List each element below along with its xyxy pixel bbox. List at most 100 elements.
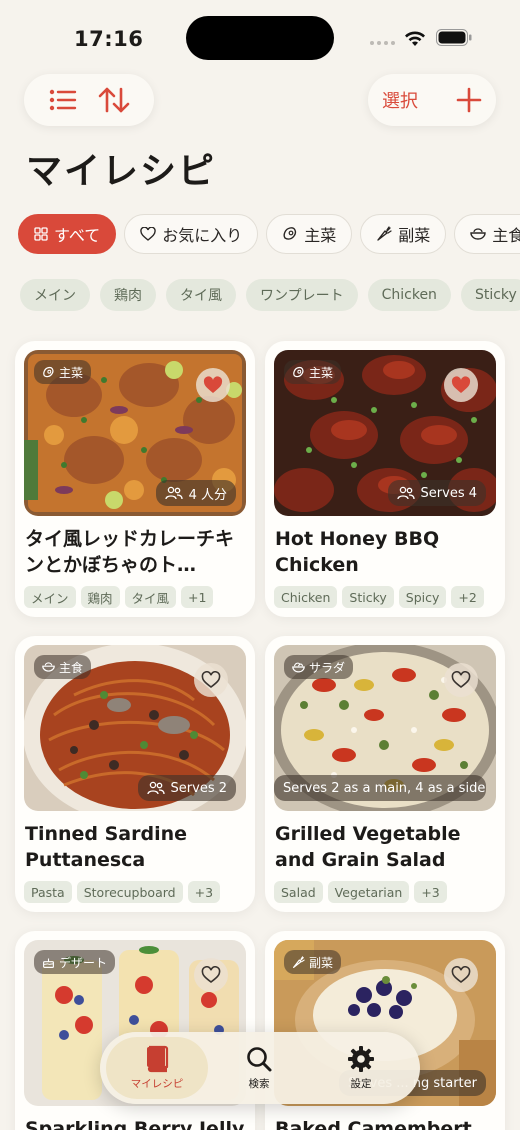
category-badge: デザート	[34, 950, 116, 974]
category-label: 主食	[492, 226, 520, 245]
select-button[interactable]: 選択	[382, 87, 418, 113]
recipe-photo: 主菜 4 人分	[24, 350, 246, 516]
recipe-tags: メイン 鶏肉 タイ風 +1	[24, 586, 246, 608]
tab-label: 検索	[248, 1078, 270, 1090]
category-badge-label: 副菜	[309, 955, 334, 970]
gear-icon	[348, 1046, 374, 1072]
recipe-tag-more: +1	[181, 586, 214, 608]
toolbar-right-group: 選択	[368, 74, 496, 126]
recipe-tags: Salad Vegetarian +3	[274, 881, 496, 903]
toolbar-left-group	[24, 74, 154, 126]
favorite-button[interactable]	[444, 663, 478, 697]
recipe-photo: 主食 Serves 2	[24, 645, 246, 811]
recipe-title: Tinned Sardine Puttanesca	[25, 823, 188, 871]
bottom-tab-bar: マイレシピ 検索 設定	[100, 1032, 420, 1104]
plus-icon	[456, 87, 482, 113]
category-badge-label: 主菜	[59, 365, 84, 380]
category-badge-label: 主菜	[309, 365, 334, 380]
category-label: すべて	[54, 226, 101, 245]
servings-label: Serves 2	[170, 780, 227, 796]
category-badge: 主菜	[34, 360, 92, 384]
meat-icon	[283, 227, 297, 240]
people-icon	[165, 486, 183, 500]
sort-arrows-icon	[98, 87, 129, 113]
favorite-button[interactable]	[444, 958, 478, 992]
tag-chip[interactable]: Chicken	[367, 279, 451, 311]
heart-filled-icon	[203, 376, 223, 394]
recipe-title: Hot Honey BBQ Chicken	[275, 528, 440, 576]
category-badge-label: 主食	[59, 660, 84, 675]
category-badge-label: サラダ	[309, 660, 346, 675]
recipe-tag: Vegetarian	[327, 881, 410, 903]
list-view-button[interactable]	[49, 89, 77, 111]
recipe-card[interactable]: サラダ Serves 2 as a main, 4 as a side Gril…	[265, 636, 505, 912]
recipe-photo: 主菜 Serves 4	[274, 350, 496, 516]
recipe-tag-more: +2	[451, 586, 484, 608]
servings-badge: Serves 2	[137, 775, 236, 801]
recipe-card[interactable]: 主菜 4 人分 タイ風レッドカレーチキンとかぼちゃのト… メイン 鶏肉 タイ風 …	[15, 341, 255, 617]
tab-my-recipes[interactable]: マイレシピ	[106, 1037, 208, 1099]
category-chip-favorites[interactable]: お気に入り	[124, 214, 259, 254]
page-title: マイレシピ	[26, 151, 217, 192]
recipe-tag: 鶏肉	[80, 586, 120, 608]
tag-chip[interactable]: Sticky	[460, 279, 520, 311]
recipe-tag: Sticky	[342, 586, 394, 608]
search-icon	[247, 1047, 272, 1072]
status-bar: 17:16	[0, 0, 520, 74]
tab-settings[interactable]: 設定	[310, 1037, 412, 1099]
favorite-button[interactable]	[444, 368, 478, 402]
recipe-tag: Spicy	[398, 586, 447, 608]
recipe-tag: Pasta	[24, 881, 72, 903]
heart-outline-icon	[451, 671, 471, 689]
category-chip-all[interactable]: すべて	[18, 214, 117, 254]
recipe-tag: メイン	[24, 586, 76, 608]
cake-icon	[42, 956, 55, 969]
category-badge: 副菜	[284, 950, 342, 974]
status-time: 17:16	[74, 27, 144, 51]
heart-outline-icon	[201, 671, 221, 689]
category-chip-staple[interactable]: 主食	[454, 214, 520, 254]
category-badge-label: デザート	[59, 955, 108, 970]
category-filter-bar: すべて お気に入り 主菜 副菜 主食	[18, 214, 520, 254]
recipe-card[interactable]: 主食 Serves 2 Tinned Sardine Puttanesca Pa…	[15, 636, 255, 912]
bowl-icon	[470, 228, 486, 240]
recipe-title: Sparkling Berry Jelly	[25, 1118, 245, 1130]
category-chip-main[interactable]: 主菜	[266, 214, 353, 254]
tag-chip[interactable]: 鶏肉	[100, 279, 156, 311]
category-label: 主菜	[304, 226, 337, 245]
favorite-button[interactable]	[194, 958, 228, 992]
tag-chip[interactable]: タイ風	[166, 279, 236, 311]
tab-search[interactable]: 検索	[208, 1037, 310, 1099]
tab-label: マイレシピ	[130, 1078, 184, 1090]
favorite-button[interactable]	[194, 663, 228, 697]
tag-filter-bar: メイン 鶏肉 タイ風 ワンプレート Chicken Sticky	[20, 279, 520, 311]
category-label: 副菜	[398, 226, 431, 245]
servings-badge: Serves 4	[387, 480, 486, 506]
recipe-tag: Chicken	[274, 586, 338, 608]
recipe-title: Grilled Vegetable and Grain Salad	[275, 823, 461, 871]
people-icon	[397, 486, 415, 500]
add-recipe-button[interactable]	[456, 87, 482, 113]
heart-outline-icon	[201, 966, 221, 984]
category-badge: 主菜	[284, 360, 342, 384]
category-chip-side[interactable]: 副菜	[360, 214, 447, 254]
recipe-tags: Pasta Storecupboard +3	[24, 881, 246, 903]
recipe-tag-more: +3	[187, 881, 221, 903]
favorite-button[interactable]	[196, 368, 230, 402]
salad-icon	[292, 661, 305, 673]
tag-chip[interactable]: ワンプレート	[246, 279, 358, 311]
recipe-photo: サラダ Serves 2 as a main, 4 as a side	[274, 645, 496, 811]
category-label: お気に入り	[162, 226, 243, 245]
tag-chip[interactable]: メイン	[20, 279, 90, 311]
dynamic-island	[186, 16, 334, 60]
heart-filled-icon	[451, 376, 471, 394]
sort-button[interactable]	[98, 86, 130, 114]
book-icon	[147, 1045, 169, 1073]
recipe-tag: Storecupboard	[76, 881, 183, 903]
carrot-icon	[292, 956, 305, 969]
recipe-tags: Chicken Sticky Spicy +2	[274, 586, 496, 608]
recipe-tag: タイ風	[124, 586, 177, 608]
heart-outline-icon	[451, 966, 471, 984]
recipe-title: Baked Camembert with	[275, 1118, 472, 1130]
recipe-card[interactable]: 主菜 Serves 4 Hot Honey BBQ Chicken Chicke…	[265, 341, 505, 617]
